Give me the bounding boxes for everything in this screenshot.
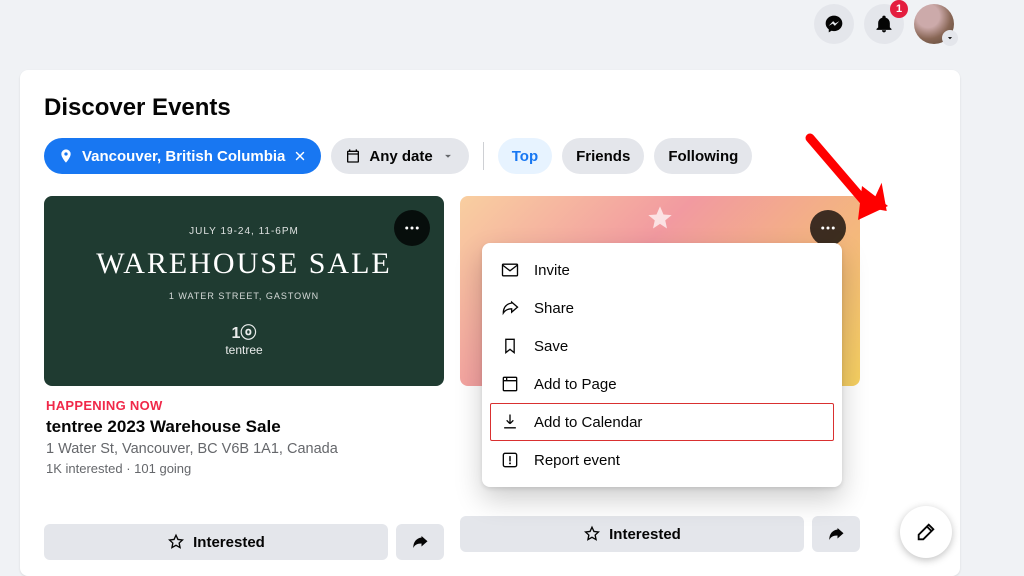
- compose-fab[interactable]: [900, 506, 952, 558]
- location-filter[interactable]: Vancouver, British Columbia: [44, 138, 321, 174]
- interested-label: Interested: [609, 526, 681, 543]
- event-title[interactable]: tentree 2023 Warehouse Sale: [46, 417, 442, 437]
- star-outline-icon: [583, 525, 601, 543]
- menu-label: Invite: [534, 262, 570, 279]
- date-filter[interactable]: Any date: [331, 138, 468, 174]
- cover-dates: JULY 19-24, 11-6PM: [189, 226, 299, 237]
- interested-label: Interested: [193, 534, 265, 551]
- menu-add-to-calendar[interactable]: Add to Calendar: [490, 403, 834, 441]
- event-card-body: HAPPENING NOW tentree 2023 Warehouse Sal…: [44, 386, 444, 476]
- menu-label: Share: [534, 300, 574, 317]
- notifications-button[interactable]: 1: [864, 4, 904, 44]
- edit-icon: [915, 521, 937, 543]
- location-filter-label: Vancouver, British Columbia: [82, 148, 285, 165]
- page-icon: [500, 374, 520, 394]
- filter-bar: Vancouver, British Columbia Any date Top…: [44, 138, 936, 174]
- event-actions: Interested: [460, 516, 860, 552]
- event-more-button[interactable]: [394, 210, 430, 246]
- avatar-chevron: [942, 30, 958, 46]
- alert-icon: [500, 450, 520, 470]
- page-title: Discover Events: [44, 94, 936, 122]
- cover-brand: 1ⓞ tentree: [225, 319, 262, 357]
- clear-location-icon[interactable]: [293, 149, 307, 163]
- cover-brand-logo: 1ⓞ: [225, 319, 262, 343]
- chevron-down-icon: [945, 33, 955, 43]
- dots-icon: [819, 219, 837, 237]
- cover-address: 1 WATER STREET, GASTOWN: [169, 291, 319, 301]
- bell-icon: [874, 14, 894, 34]
- menu-label: Add to Page: [534, 376, 617, 393]
- bookmark-icon: [500, 336, 520, 356]
- star-outline-icon: [167, 533, 185, 551]
- interested-button[interactable]: Interested: [44, 524, 388, 560]
- cover-brand-name: tentree: [225, 343, 262, 357]
- share-arrow-icon: [411, 533, 429, 551]
- menu-add-to-page[interactable]: Add to Page: [490, 365, 834, 403]
- menu-label: Save: [534, 338, 568, 355]
- share-event-button[interactable]: [812, 516, 860, 552]
- event-meta: 1K interested · 101 going: [46, 461, 442, 476]
- download-icon: [500, 412, 520, 432]
- account-avatar[interactable]: [914, 4, 954, 44]
- interested-button[interactable]: Interested: [460, 516, 804, 552]
- menu-invite[interactable]: Invite: [490, 251, 834, 289]
- location-pin-icon: [58, 148, 74, 164]
- event-address: 1 Water St, Vancouver, BC V6B 1A1, Canad…: [46, 441, 442, 457]
- event-actions: Interested: [44, 524, 444, 560]
- notification-badge: 1: [890, 0, 908, 18]
- messenger-button[interactable]: [814, 4, 854, 44]
- filter-separator: [483, 142, 484, 170]
- menu-report-event[interactable]: Report event: [490, 441, 834, 479]
- event-more-button[interactable]: [810, 210, 846, 246]
- date-filter-label: Any date: [369, 148, 432, 165]
- messenger-icon: [824, 14, 844, 34]
- dots-icon: [403, 219, 421, 237]
- envelope-icon: [500, 260, 520, 280]
- happening-now-badge: HAPPENING NOW: [46, 398, 442, 413]
- menu-label: Add to Calendar: [534, 414, 642, 431]
- topbar: 1: [814, 4, 954, 44]
- menu-label: Report event: [534, 452, 620, 469]
- cover-headline: WAREHOUSE SALE: [96, 247, 392, 281]
- menu-share[interactable]: Share: [490, 289, 834, 327]
- menu-save[interactable]: Save: [490, 327, 834, 365]
- event-cover[interactable]: JULY 19-24, 11-6PM WAREHOUSE SALE 1 WATE…: [44, 196, 444, 386]
- tab-following[interactable]: Following: [654, 138, 752, 174]
- chevron-down-icon: [441, 149, 455, 163]
- event-context-menu: Invite Share Save Add to Page Add to Cal…: [482, 243, 842, 487]
- share-event-button[interactable]: [396, 524, 444, 560]
- tab-top[interactable]: Top: [498, 138, 552, 174]
- calendar-icon: [345, 148, 361, 164]
- event-card: JULY 19-24, 11-6PM WAREHOUSE SALE 1 WATE…: [44, 196, 444, 560]
- share-arrow-icon: [827, 525, 845, 543]
- share-arrow-icon: [500, 298, 520, 318]
- cover-decor-icon: [646, 204, 674, 232]
- tab-friends[interactable]: Friends: [562, 138, 644, 174]
